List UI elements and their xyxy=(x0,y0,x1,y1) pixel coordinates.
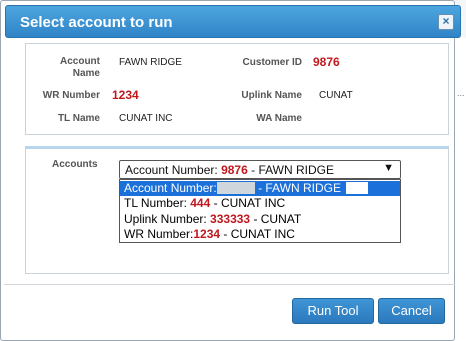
selected-prefix: Account Number: xyxy=(125,163,218,177)
run-tool-button[interactable]: Run Tool xyxy=(292,298,374,324)
option-suffix: - CUNAT xyxy=(253,212,302,226)
tl-name-label: TL Name xyxy=(57,113,100,124)
redaction-box xyxy=(345,182,368,194)
background-fragment: ... xyxy=(457,88,465,98)
customer-id-label: Customer ID xyxy=(242,57,302,68)
selected-number: 9876 xyxy=(221,163,248,177)
close-button[interactable]: × xyxy=(438,14,454,30)
wr-number-label: WR Number xyxy=(42,90,100,101)
option-number: 333333 xyxy=(210,212,251,226)
option-prefix: WR Number: xyxy=(124,227,194,241)
accounts-label: Accounts xyxy=(52,159,98,170)
accounts-panel: Accounts Account Number: 9876 - FAWN RID… xyxy=(25,146,449,274)
uplink-name-value: CUNAT xyxy=(319,90,353,101)
close-icon: × xyxy=(442,14,450,28)
redaction-box xyxy=(139,87,153,101)
dialog-titlebar[interactable]: Select account to run × xyxy=(5,5,461,38)
account-name-value: FAWN RIDGE xyxy=(119,57,182,68)
customer-id-value: 9876 xyxy=(313,55,340,69)
option-suffix: - FAWN RIDGE xyxy=(258,181,341,195)
redaction-box xyxy=(186,55,224,68)
background-page-edge: ... xyxy=(455,38,466,341)
wr-number-value: 1234 xyxy=(112,88,139,102)
accounts-select[interactable]: Account Number: 9876 - FAWN RIDGE ▼ xyxy=(119,160,401,179)
option-prefix: Account Number: xyxy=(124,181,217,195)
dialog-title: Select account to run xyxy=(20,14,173,31)
redaction-box xyxy=(216,182,255,194)
option-suffix: - CUNAT INC xyxy=(223,227,295,241)
wa-name-label: WA Name xyxy=(256,113,302,124)
account-info-panel: Account Name FAWN RIDGE Customer ID 9876… xyxy=(25,43,449,135)
select-account-dialog: Select account to run × Account Name FAW… xyxy=(0,0,461,341)
option-number: 444 xyxy=(190,196,211,210)
option-tl-number[interactable]: TL Number: 444 - CUNAT INC xyxy=(120,196,400,211)
option-prefix: Uplink Number: xyxy=(124,212,207,226)
option-suffix: - CUNAT INC xyxy=(213,196,286,210)
option-uplink-number[interactable]: Uplink Number: 333333 - CUNAT xyxy=(120,212,400,227)
chevron-down-icon[interactable]: ▼ xyxy=(383,162,394,174)
option-wr-number[interactable]: WR Number:1234 - CUNAT INC xyxy=(120,227,400,242)
accounts-dropdown-list: Account Number: - FAWN RIDGE TL Number: … xyxy=(119,179,401,243)
tl-name-value: CUNAT INC xyxy=(119,113,173,124)
uplink-name-label: Uplink Name xyxy=(241,90,302,101)
account-name-label: Account Name xyxy=(60,56,100,79)
option-number: 1234 xyxy=(193,227,221,241)
accounts-select-value: Account Number: 9876 - FAWN RIDGE xyxy=(125,163,334,177)
footer-divider xyxy=(4,284,455,285)
option-account-number[interactable]: Account Number: - FAWN RIDGE xyxy=(120,181,400,196)
cancel-button[interactable]: Cancel xyxy=(378,298,445,324)
option-prefix: TL Number: xyxy=(124,196,187,210)
selected-suffix: - FAWN RIDGE xyxy=(251,163,334,177)
